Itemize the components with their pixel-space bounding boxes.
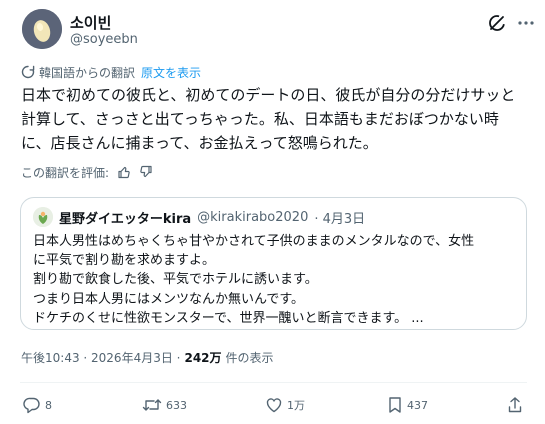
quoted-author-name[interactable]: 星野ダイエッターkira [59, 208, 191, 227]
more-options-icon[interactable] [515, 12, 537, 34]
repost-count: 633 [166, 398, 187, 412]
rate-translation-row: この翻訳を評価: [21, 164, 153, 180]
reply-count: 8 [45, 398, 52, 412]
view-count-label: 件の表示 [225, 351, 274, 365]
author-handle[interactable]: @soyeebn [70, 32, 138, 47]
translation-label: 韓国語からの翻訳 [39, 65, 136, 80]
divider [20, 382, 527, 383]
author-avatar[interactable] [22, 9, 62, 49]
like-count: 1万 [287, 399, 305, 412]
quoted-text: 日本人男性はめちゃくちゃ甘やかされて子供のままのメンタルなので、女性 に平気で割… [33, 234, 475, 326]
show-original-link[interactable]: 原文を表示 [141, 64, 201, 81]
thumbs-up-icon[interactable] [117, 165, 131, 179]
tweet-text: 日本で初めての彼氏と、初めてのデートの日、彼氏が自分の分だけサッと 計算して、さ… [21, 86, 516, 152]
bookmark-count: 437 [407, 398, 428, 412]
reply-button[interactable]: 8 [23, 396, 52, 414]
thumbs-down-icon[interactable] [139, 165, 153, 179]
action-bar: 8 633 1万 437 [0, 396, 545, 416]
translate-icon [21, 65, 35, 79]
heart-icon [266, 398, 282, 413]
share-button[interactable] [507, 396, 523, 414]
repost-button[interactable]: 633 [142, 396, 187, 414]
rate-translation-label: この翻訳を評価: [21, 165, 110, 180]
like-button[interactable]: 1万 [265, 396, 305, 414]
quoted-author-avatar[interactable] [33, 207, 53, 227]
share-icon [508, 397, 522, 413]
reply-icon [23, 397, 40, 414]
translation-notice: 韓国語からの翻訳 原文を表示 [21, 64, 201, 80]
quoted-author-handle[interactable]: @kirakirabo2020 [197, 210, 308, 225]
tweet-meta: 午後10:43 · 2026年4月3日 · 242万 件の表示 [21, 349, 274, 366]
repost-icon [142, 399, 162, 411]
quoted-date[interactable]: · 4月3日 [314, 208, 365, 227]
grok-icon[interactable] [486, 12, 508, 34]
view-count: 242万 [184, 351, 222, 365]
timestamp[interactable]: 午後10:43 · 2026年4月3日 · [21, 349, 180, 366]
author-name[interactable]: 소이빈 [70, 12, 111, 33]
quoted-tweet[interactable]: 星野ダイエッターkira @kirakirabo2020 · 4月3日 日本人男… [20, 197, 527, 330]
bookmark-button[interactable]: 437 [387, 396, 428, 414]
bookmark-icon [389, 397, 401, 413]
quoted-header: 星野ダイエッターkira @kirakirabo2020 · 4月3日 [59, 208, 365, 227]
